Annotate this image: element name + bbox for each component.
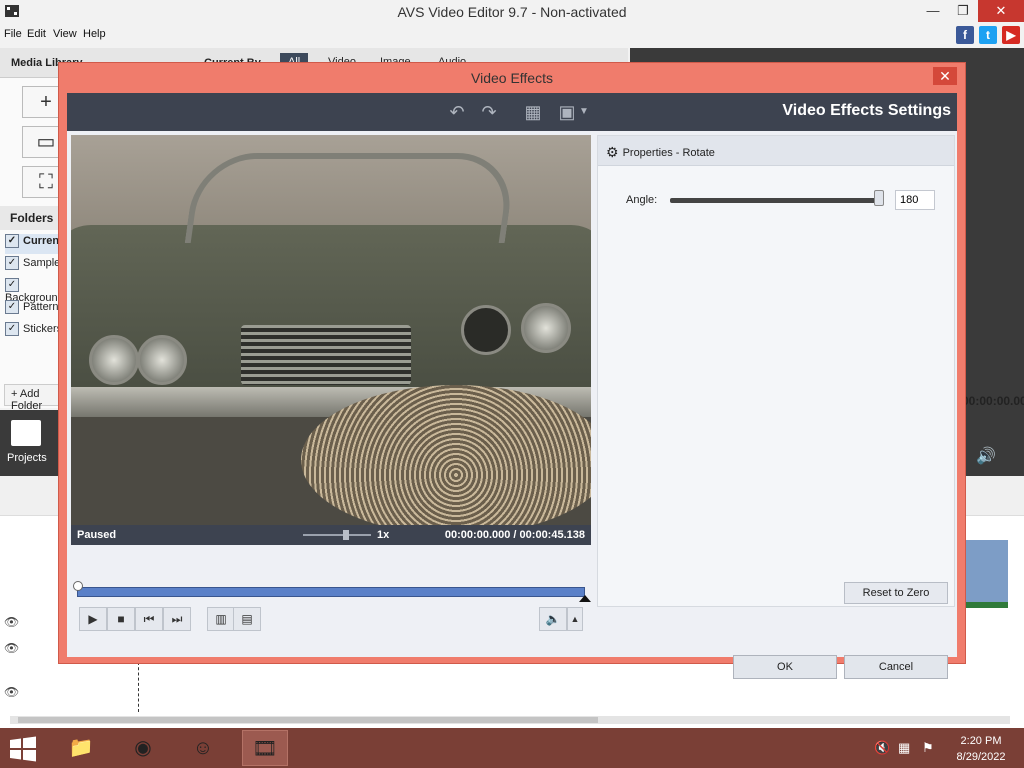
undo-icon[interactable]: ↶	[445, 101, 469, 123]
compare-view-icon: ▤	[241, 612, 253, 626]
preview-windshield	[184, 153, 518, 243]
background-timecode: 00:00:00.000	[962, 394, 1024, 408]
menu-bar: File Edit View Help	[0, 24, 1024, 44]
clock-time: 2:20 PM	[960, 735, 1002, 747]
menu-help[interactable]: Help	[83, 28, 106, 40]
volume-icon: 🔈	[545, 612, 561, 626]
camera-icon: ▭	[36, 131, 56, 153]
facebook-icon[interactable]: f	[956, 26, 974, 44]
playback-status: Paused	[77, 529, 117, 541]
seek-start-marker[interactable]	[73, 581, 83, 591]
clock-date: 8/29/2022	[956, 751, 1006, 763]
playback-speed: 1x	[377, 529, 390, 541]
plus-icon: +	[11, 388, 18, 400]
clapperboard-icon[interactable]	[11, 420, 41, 446]
volume-muted-icon[interactable]: 🔇	[874, 740, 890, 756]
cancel-button[interactable]: Cancel	[844, 655, 948, 679]
seek-bar[interactable]	[77, 587, 585, 597]
timeline-scrollbar[interactable]	[10, 716, 1010, 724]
reset-to-zero-button[interactable]: Reset to Zero	[844, 582, 948, 604]
close-window-button[interactable]: ✕	[978, 0, 1024, 22]
screen-icon: ⛶	[39, 171, 53, 193]
preview-grille	[241, 325, 411, 385]
timeline-clip[interactable]	[966, 540, 1008, 608]
angle-slider-knob[interactable]	[874, 190, 884, 206]
play-icon: ▶	[88, 612, 98, 626]
action-center-icon[interactable]: ⚑	[922, 740, 934, 756]
timecode-display: 00:00:00.000 / 00:00:45.138	[444, 529, 585, 541]
system-clock[interactable]: 2:20 PM 8/29/2022	[950, 733, 1012, 765]
preview-headlamp	[521, 303, 571, 353]
angle-slider[interactable]	[670, 198, 882, 203]
grid-icon[interactable]: ▦	[521, 101, 545, 123]
dialog-body: ↶ ↷ ▦ ▣ ▼ Video Effects Settings Paused …	[67, 93, 957, 679]
ok-button[interactable]: OK	[733, 655, 837, 679]
check-icon: ✓	[5, 322, 19, 336]
angle-input[interactable]	[895, 190, 935, 210]
chevron-up-icon: ▲	[570, 614, 580, 624]
menu-view[interactable]: View	[53, 28, 77, 40]
check-icon: ✓	[5, 256, 19, 270]
split-view-button[interactable]: ▥	[207, 607, 235, 631]
menu-file[interactable]: File	[4, 28, 22, 40]
seek-end-marker[interactable]	[579, 595, 591, 602]
speed-slider[interactable]	[303, 530, 371, 540]
dialog-close-button[interactable]: ✕	[933, 67, 957, 85]
file-explorer-icon[interactable]: 📁	[58, 730, 104, 766]
properties-panel: ⚙Properties - Rotate Angle: Reset to Zer…	[597, 135, 955, 607]
title-bar: AVS Video Editor 9.7 - Non-activated — ❐…	[0, 0, 1024, 24]
chevron-down-icon[interactable]: ▼	[577, 101, 591, 123]
properties-title: Properties - Rotate	[622, 147, 715, 159]
angle-label: Angle:	[626, 194, 658, 206]
menu-edit[interactable]: Edit	[27, 28, 46, 40]
avs-video-editor-icon[interactable]: 🎞	[242, 730, 288, 766]
skip-forward-icon: ⏭	[171, 612, 183, 626]
gear-icon: ⚙	[606, 144, 619, 160]
properties-header: ⚙ Properties - Rotate	[598, 136, 954, 166]
network-icon[interactable]: ▦	[898, 740, 910, 756]
stop-icon: ■	[117, 612, 125, 626]
scrollbar-thumb[interactable]	[18, 717, 598, 723]
twitter-icon[interactable]: t	[979, 26, 997, 44]
redo-icon[interactable]: ↷	[477, 101, 501, 123]
restore-button[interactable]: ❐	[948, 0, 978, 22]
skip-back-icon: ⏮	[143, 612, 155, 626]
speed-slider-knob[interactable]	[343, 530, 349, 540]
play-button[interactable]: ▶	[79, 607, 107, 631]
youtube-icon[interactable]: ▶	[1002, 26, 1020, 44]
eye-icon[interactable]: 👁	[4, 615, 19, 629]
settings-heading: Video Effects Settings	[782, 102, 951, 119]
preview-headlamp	[89, 335, 139, 385]
dialog-title: Video Effects	[471, 70, 553, 86]
chrome-icon[interactable]: ◉	[120, 730, 166, 766]
eye-icon[interactable]: 👁	[4, 685, 19, 699]
projects-label[interactable]: Projects	[7, 452, 47, 464]
app-mascot-icon[interactable]: ☺	[180, 730, 226, 766]
windows-start-icon[interactable]	[8, 736, 38, 762]
volume-icon[interactable]: 🔊	[976, 446, 996, 466]
eye-icon[interactable]: 👁	[4, 641, 19, 655]
split-view-icon: ▥	[215, 612, 227, 626]
window-title: AVS Video Editor 9.7 - Non-activated	[397, 4, 627, 20]
minimize-button[interactable]: —	[918, 0, 948, 22]
stop-button[interactable]: ■	[107, 607, 135, 631]
monitor-icon[interactable]: ▣	[555, 101, 579, 123]
next-frame-button[interactable]: ⏭	[163, 607, 191, 631]
preview-headlamp	[461, 305, 511, 355]
check-icon: ✓	[5, 278, 19, 292]
effects-toolbar: ↶ ↷ ▦ ▣ ▼ Video Effects Settings	[67, 93, 957, 131]
taskbar: 📁 ◉ ☺ 🎞	[0, 728, 1024, 768]
previous-frame-button[interactable]: ⏮	[135, 607, 163, 631]
check-icon: ✓	[5, 300, 19, 314]
timeline-playhead[interactable]	[138, 662, 139, 712]
volume-button[interactable]: 🔈	[539, 607, 567, 631]
video-preview[interactable]	[71, 135, 591, 525]
video-effects-dialog: Video Effects ✕ ↶ ↷ ▦ ▣ ▼ Video Effects …	[58, 62, 966, 679]
playback-status-bar: Paused 1x 00:00:00.000 / 00:00:45.138	[71, 525, 591, 545]
check-icon: ✓	[5, 234, 19, 248]
preview-headlamp	[137, 335, 187, 385]
volume-chevron-button[interactable]: ▲	[567, 607, 583, 631]
compare-view-button[interactable]: ▤	[233, 607, 261, 631]
plus-icon: +	[40, 91, 52, 113]
